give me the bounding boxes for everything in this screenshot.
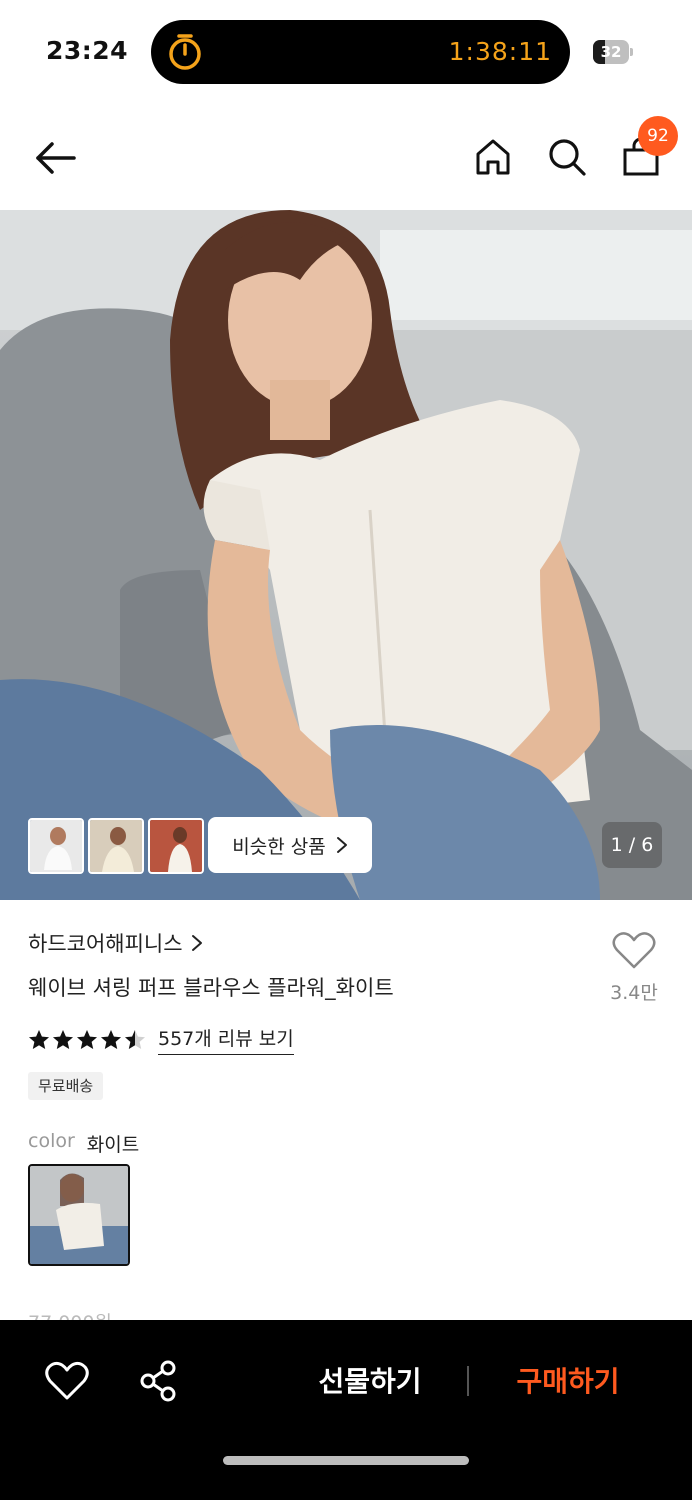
color-option-row: color 화이트 <box>28 1130 139 1157</box>
gift-button[interactable]: 선물하기 <box>290 1360 450 1404</box>
gallery-page-indicator: 1 / 6 <box>602 822 662 868</box>
status-bar: 23:24 1:38:11 32 <box>0 0 692 100</box>
home-icon[interactable] <box>470 134 516 180</box>
arrow-left-icon[interactable] <box>30 132 82 184</box>
star-icon <box>77 1029 97 1049</box>
star-icon <box>53 1029 73 1049</box>
home-indicator[interactable] <box>223 1456 469 1465</box>
buy-button[interactable]: 구매하기 <box>488 1360 648 1404</box>
battery-level: 32 <box>600 43 622 61</box>
rating-stars <box>28 1029 146 1051</box>
battery-indicator: 32 <box>593 40 633 64</box>
gallery-thumbnail-3[interactable] <box>148 818 204 874</box>
divider <box>467 1366 469 1396</box>
color-swatch-white[interactable] <box>28 1164 130 1266</box>
brand-name: 하드코어해피니스 <box>28 932 183 956</box>
product-name: 웨이브 셔링 퍼프 블라우스 플라워_화이트 <box>28 976 394 1000</box>
like-count: 3.4만 <box>610 982 658 1004</box>
share-icon[interactable] <box>136 1358 182 1404</box>
search-icon[interactable] <box>544 134 590 180</box>
similar-products-label: 비슷한 상품 <box>232 835 326 858</box>
status-time: 23:24 <box>46 36 129 65</box>
rating-row: 557개 리뷰 보기 <box>28 1024 294 1055</box>
cart-count-badge: 92 <box>638 116 678 156</box>
product-hero-image[interactable]: 비슷한 상품 1 / 6 <box>0 210 692 900</box>
gallery-thumbnail-2[interactable] <box>88 818 144 874</box>
like-button[interactable]: 3.4만 <box>598 930 670 1005</box>
timer-icon <box>169 34 201 70</box>
gallery-thumbnail-1[interactable] <box>28 818 84 874</box>
chevron-right-icon <box>336 837 347 853</box>
top-navigation <box>0 110 692 206</box>
review-link[interactable]: 557개 리뷰 보기 <box>158 1024 294 1055</box>
similar-products-button[interactable]: 비슷한 상품 <box>208 817 372 873</box>
heart-outline-icon <box>612 932 656 969</box>
star-icon <box>101 1029 121 1049</box>
free-shipping-badge: 무료배송 <box>28 1072 104 1100</box>
timer-readout: 1:38:11 <box>448 37 552 66</box>
product-photo <box>0 210 692 900</box>
bottom-action-bar: 선물하기 구매하기 <box>0 1320 692 1500</box>
chevron-right-icon <box>191 935 202 951</box>
option-label: color <box>28 1130 75 1152</box>
star-icon <box>29 1029 49 1049</box>
heart-icon[interactable] <box>44 1358 90 1404</box>
brand-link[interactable]: 하드코어해피니스 <box>28 928 203 958</box>
option-value: 화이트 <box>86 1134 140 1156</box>
star-icon <box>125 1029 145 1049</box>
dynamic-island[interactable]: 1:38:11 <box>151 20 570 84</box>
